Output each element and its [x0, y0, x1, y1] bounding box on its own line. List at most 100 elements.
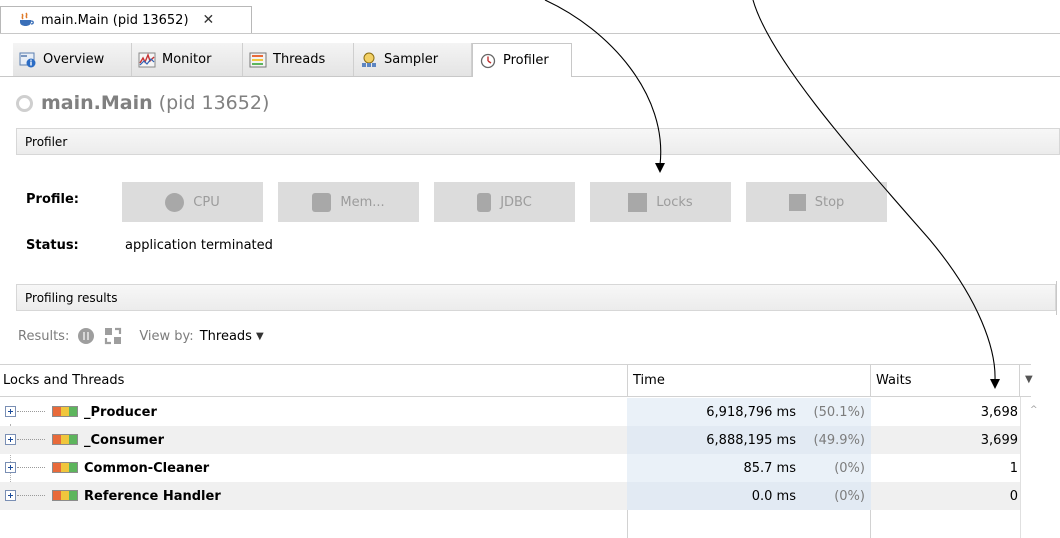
- expand-icon[interactable]: [5, 462, 16, 473]
- button-label: CPU: [193, 194, 220, 210]
- jdbc-icon: [477, 192, 492, 212]
- time-value: 6,888,195 ms: [706, 432, 796, 448]
- memory-button[interactable]: Mem...: [278, 182, 419, 222]
- expand-icon[interactable]: [5, 406, 16, 417]
- arrowhead-icon: [655, 163, 665, 173]
- tab-overview[interactable]: Overview: [13, 43, 132, 76]
- sampler-icon: [362, 52, 376, 67]
- table-header: Locks and Threads Time Waits: [0, 364, 1031, 397]
- tree-connector: [17, 411, 45, 412]
- app-name: main.Main: [41, 92, 153, 114]
- tab-threads[interactable]: Threads: [243, 43, 354, 76]
- tree-connector: [17, 467, 45, 468]
- document-tab-bar: main.Main (pid 13652) ✕: [0, 0, 1060, 34]
- close-icon[interactable]: ✕: [203, 12, 215, 28]
- time-cell: 0.0 ms (0%): [627, 482, 871, 510]
- thread-name: Common-Cleaner: [84, 460, 210, 476]
- thread-name: Reference Handler: [84, 488, 221, 504]
- refresh-icon[interactable]: [103, 326, 123, 346]
- tab-label: Monitor: [162, 52, 212, 67]
- monitor-icon: [138, 52, 156, 67]
- threads-icon: [249, 52, 267, 67]
- view-by-label: View by:: [139, 328, 194, 344]
- button-label: Locks: [656, 194, 693, 210]
- tab-monitor[interactable]: Monitor: [132, 43, 243, 76]
- table-row[interactable]: _Producer 6,918,796 ms (50.1%) 3,698: [0, 398, 1020, 426]
- stop-button[interactable]: Stop: [746, 182, 887, 222]
- document-tab-title: main.Main (pid 13652): [41, 12, 189, 28]
- pause-icon[interactable]: [76, 326, 96, 346]
- time-percent: (49.9%): [813, 432, 865, 448]
- view-by-dropdown[interactable]: Threads: [200, 329, 252, 344]
- waits-value: 1: [1009, 460, 1018, 476]
- stop-icon: [788, 193, 806, 211]
- time-percent: (0%): [834, 488, 865, 504]
- status-label: Status:: [26, 238, 79, 253]
- tab-label: Overview: [43, 52, 105, 67]
- tab-label: Profiler: [503, 53, 549, 68]
- tool-tab-bar: Overview Monitor Threads Sampler Profile…: [0, 43, 1060, 77]
- thread-name: _Consumer: [84, 432, 164, 448]
- waits-value: 0: [1009, 488, 1018, 504]
- results-label: Results:: [18, 328, 70, 344]
- section-title: Profiling results: [25, 290, 118, 305]
- column-header-time[interactable]: Time: [630, 365, 870, 396]
- scrollbar[interactable]: [1020, 397, 1032, 538]
- java-cup-icon: [20, 12, 34, 26]
- time-percent: (0%): [834, 460, 865, 476]
- thread-icon: [52, 434, 78, 445]
- column-header-locks-threads[interactable]: Locks and Threads: [0, 365, 627, 396]
- scroll-up-icon[interactable]: ^: [1030, 405, 1038, 415]
- table-row[interactable]: Reference Handler 0.0 ms (0%) 0: [0, 482, 1020, 510]
- column-menu-icon[interactable]: ▼: [1025, 374, 1033, 385]
- tab-profiler[interactable]: Profiler: [472, 43, 572, 77]
- column-header-waits[interactable]: Waits: [873, 365, 1013, 396]
- table-row[interactable]: _Consumer 6,888,195 ms (49.9%) 3,699: [0, 426, 1020, 454]
- locks-button[interactable]: Locks: [590, 182, 731, 222]
- cpu-icon: [165, 192, 185, 212]
- section-title: Profiler: [25, 134, 68, 149]
- thread-icon: [52, 406, 78, 417]
- thread-icon: [52, 490, 78, 501]
- profiler-icon: [480, 53, 496, 68]
- document-tab[interactable]: main.Main (pid 13652) ✕: [0, 6, 252, 33]
- button-label: Mem...: [340, 194, 385, 210]
- expand-icon[interactable]: [5, 434, 16, 445]
- button-label: JDBC: [500, 194, 532, 210]
- thread-icon: [52, 462, 78, 473]
- time-percent: (50.1%): [813, 404, 865, 420]
- results-toolbar: Results: View by: Threads ▼: [18, 326, 264, 346]
- column-divider: [627, 365, 628, 396]
- jdbc-button[interactable]: JDBC: [434, 182, 575, 222]
- tab-sampler[interactable]: Sampler: [354, 43, 472, 76]
- overview-icon: [19, 52, 36, 67]
- column-divider: [627, 510, 628, 538]
- waits-value: 3,698: [980, 404, 1018, 420]
- waits-value: 3,699: [980, 432, 1018, 448]
- locks-icon: [628, 192, 648, 212]
- status-circle-icon: [16, 94, 33, 112]
- profile-label: Profile:: [26, 192, 79, 207]
- cpu-button[interactable]: CPU: [122, 182, 263, 222]
- time-cell: 85.7 ms (0%): [627, 454, 871, 482]
- profiler-section-header[interactable]: Profiler: [16, 128, 1060, 155]
- tree-connector: [17, 439, 45, 440]
- column-divider: [1019, 365, 1020, 396]
- panel-divider: [1056, 281, 1060, 315]
- status-value: application terminated: [125, 238, 273, 253]
- time-value: 0.0 ms: [751, 488, 796, 504]
- pid-text: (pid 13652): [158, 92, 270, 114]
- expand-icon[interactable]: [5, 490, 16, 501]
- tree-connector: [17, 495, 45, 496]
- tab-label: Threads: [273, 52, 326, 67]
- time-cell: 6,888,195 ms (49.9%): [627, 426, 871, 454]
- table-row[interactable]: Common-Cleaner 85.7 ms (0%) 1: [0, 454, 1020, 482]
- memory-icon: [312, 192, 332, 212]
- column-divider: [870, 365, 871, 396]
- time-cell: 6,918,796 ms (50.1%): [627, 398, 871, 426]
- page-title: main.Main (pid 13652): [16, 92, 269, 114]
- results-section-header[interactable]: Profiling results: [16, 284, 1056, 311]
- column-divider: [870, 510, 871, 538]
- button-label: Stop: [814, 194, 845, 210]
- chevron-down-icon[interactable]: ▼: [256, 331, 264, 342]
